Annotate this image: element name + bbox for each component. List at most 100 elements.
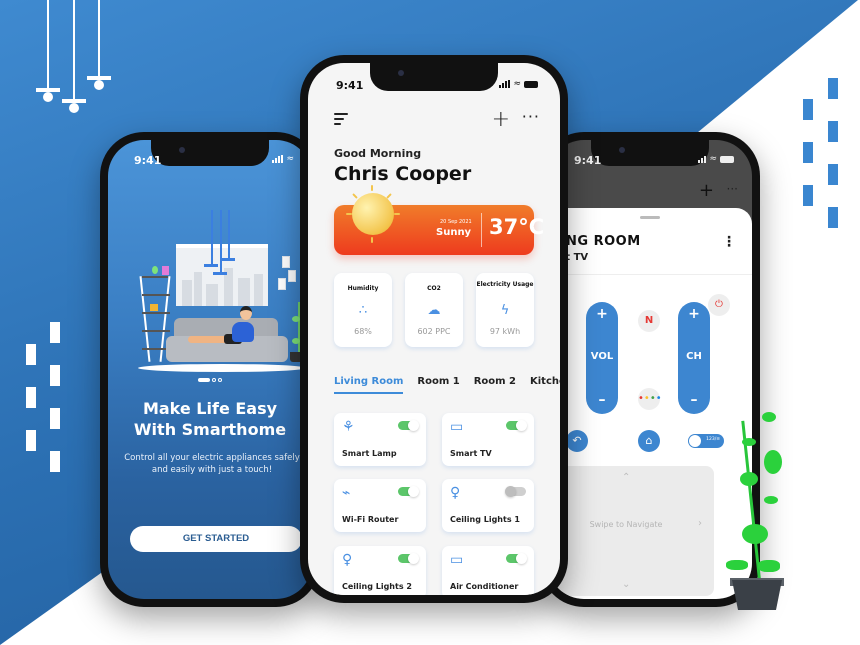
device-card-smart-tv[interactable]: ▭ Smart TV (442, 413, 534, 466)
ac-icon: ▭ (450, 552, 464, 568)
device-toggle[interactable] (398, 486, 419, 497)
onboarding-title: Make Life Easy With Smarthome (133, 399, 287, 439)
router-icon: ⌁ (342, 485, 351, 501)
status-icons: ≈ (272, 154, 294, 164)
decor-dash (828, 78, 838, 99)
phone-notch (591, 140, 709, 166)
droplets-icon: ∴ (358, 303, 368, 318)
home-phone: 9:41 ≈ + ··· Good Morning Chris Cooper 2… (300, 55, 568, 603)
window (176, 244, 268, 306)
room-tabs: Living Room Room 1 Room 2 Kitchen (334, 376, 560, 394)
battery-icon (720, 155, 734, 163)
device-toggle[interactable] (506, 420, 527, 431)
netflix-button[interactable]: N (638, 310, 660, 332)
device-toggle[interactable] (398, 420, 419, 431)
bulb-icon: ♀ (450, 485, 461, 501)
status-icons: ≈ (499, 79, 538, 89)
decor-dash (26, 387, 36, 408)
phone-notch (151, 140, 269, 166)
weather-date: 20 Sep 2021 (440, 219, 472, 225)
decor-dash (803, 99, 813, 120)
kebab-menu-icon[interactable]: ⋮ (722, 234, 736, 250)
cloud-co2-icon: ☁ (427, 303, 441, 318)
home-button[interactable]: ⌂ (638, 430, 660, 452)
more-icon[interactable]: ··· (727, 182, 738, 196)
device-name: Ceiling Lights 1 (450, 515, 520, 524)
decor-dash (26, 430, 36, 451)
page-indicator[interactable] (198, 378, 222, 382)
sun-icon (352, 193, 394, 235)
wifi-icon: ≈ (709, 154, 717, 164)
menu-icon[interactable] (334, 113, 350, 127)
channel-up-button[interactable]: + (678, 306, 710, 322)
volume-rocker: + VOL – (586, 302, 618, 414)
sheet-handle[interactable] (640, 216, 660, 219)
wifi-icon: ≈ (286, 154, 294, 164)
status-time: 9:41 (134, 154, 162, 167)
tab-kitchen[interactable]: Kitchen (530, 376, 560, 394)
stat-value: 602 PPC (417, 327, 451, 336)
decor-dash (26, 344, 36, 365)
device-name: Smart TV (450, 449, 492, 458)
arrow-right-icon: › (698, 518, 702, 529)
stat-card-electricity[interactable]: Electricity Usage ϟ 97 kWh (476, 273, 534, 347)
volume-label: VOL (590, 351, 614, 362)
device-toggle[interactable] (398, 553, 419, 564)
add-icon[interactable]: + (699, 180, 714, 201)
channel-down-button[interactable]: – (678, 392, 710, 408)
add-icon[interactable]: + (492, 107, 510, 132)
device-toggle[interactable] (505, 486, 526, 497)
device-name: Wi-Fi Router (342, 515, 399, 524)
device-name: Air Conditioner (450, 582, 519, 591)
divider (481, 213, 482, 247)
channel-label: CH (686, 351, 702, 362)
divider (548, 274, 752, 275)
stat-label: Electricity Usage (476, 281, 534, 288)
get-started-button[interactable]: GET STARTED (130, 526, 302, 552)
device-card-ceiling-lights-1[interactable]: ♀ Ceiling Lights 1 (442, 479, 534, 532)
device-toggle[interactable] (506, 553, 527, 564)
decor-dash (803, 142, 813, 163)
tab-room-2[interactable]: Room 2 (474, 376, 516, 394)
hanging-lamp-icon (87, 0, 111, 92)
weather-condition: Sunny (436, 227, 472, 238)
onboarding-subtitle: Control all your electric appliances saf… (124, 453, 300, 475)
user-name: Chris Cooper (334, 163, 472, 185)
hanging-lamp-icon (36, 0, 60, 102)
tab-living-room[interactable]: Living Room (334, 376, 404, 394)
stat-label: CO2 (427, 285, 441, 292)
arrow-down-icon: ⌄ (622, 579, 631, 590)
weather-card[interactable]: 20 Sep 2021 Sunny 37°C (334, 185, 544, 255)
device-card-air-conditioner[interactable]: ▭ Air Conditioner (442, 546, 534, 595)
device-card-wifi-router[interactable]: ⌁ Wi-Fi Router (334, 479, 426, 532)
channel-rocker: + CH – (678, 302, 710, 414)
tab-room-1[interactable]: Room 1 (417, 376, 459, 394)
onboarding-phone: 9:41 ≈ Make Life Easy With Smarthome Con… (100, 132, 320, 607)
device-name: Ceiling Lights 2 (342, 582, 412, 591)
decor-dash (803, 185, 813, 206)
stat-value: 68% (354, 327, 372, 336)
battery-icon (524, 80, 538, 88)
number-pad-toggle[interactable]: 123/≡ (688, 434, 724, 448)
home-screen: 9:41 ≈ + ··· Good Morning Chris Cooper 2… (308, 63, 560, 595)
swipe-pad[interactable]: ⌃ ‹ Swipe to Navigate › ⌄ (548, 466, 714, 596)
volume-up-button[interactable]: + (586, 306, 618, 322)
decor-dash (828, 207, 838, 228)
promo-stage: 9:41 ≈ Make Life Easy With Smarthome Con… (0, 0, 860, 645)
more-icon[interactable]: ··· (522, 107, 540, 126)
stat-label: Humidity (347, 285, 379, 292)
bulb-icon: ♀ (342, 552, 353, 568)
stat-card-humidity[interactable]: Humidity ∴ 68% (334, 273, 392, 347)
device-card-ceiling-lights-2[interactable]: ♀ Ceiling Lights 2 (334, 546, 426, 595)
device-card-smart-lamp[interactable]: ⚘ Smart Lamp (334, 413, 426, 466)
volume-down-button[interactable]: – (586, 392, 618, 408)
hanging-lamp-icon (62, 0, 86, 114)
back-button[interactable]: ↶ (566, 430, 588, 452)
swipe-label: Swipe to Navigate (589, 520, 663, 529)
google-assistant-button[interactable]: •••• (638, 388, 662, 410)
power-button[interactable]: ⏻ (708, 294, 730, 316)
stat-card-co2[interactable]: CO2 ☁ 602 PPC (405, 273, 463, 347)
lamp-icon: ⚘ (342, 419, 355, 435)
potted-plant-decoration (720, 410, 800, 610)
status-icons: ≈ (698, 154, 734, 164)
